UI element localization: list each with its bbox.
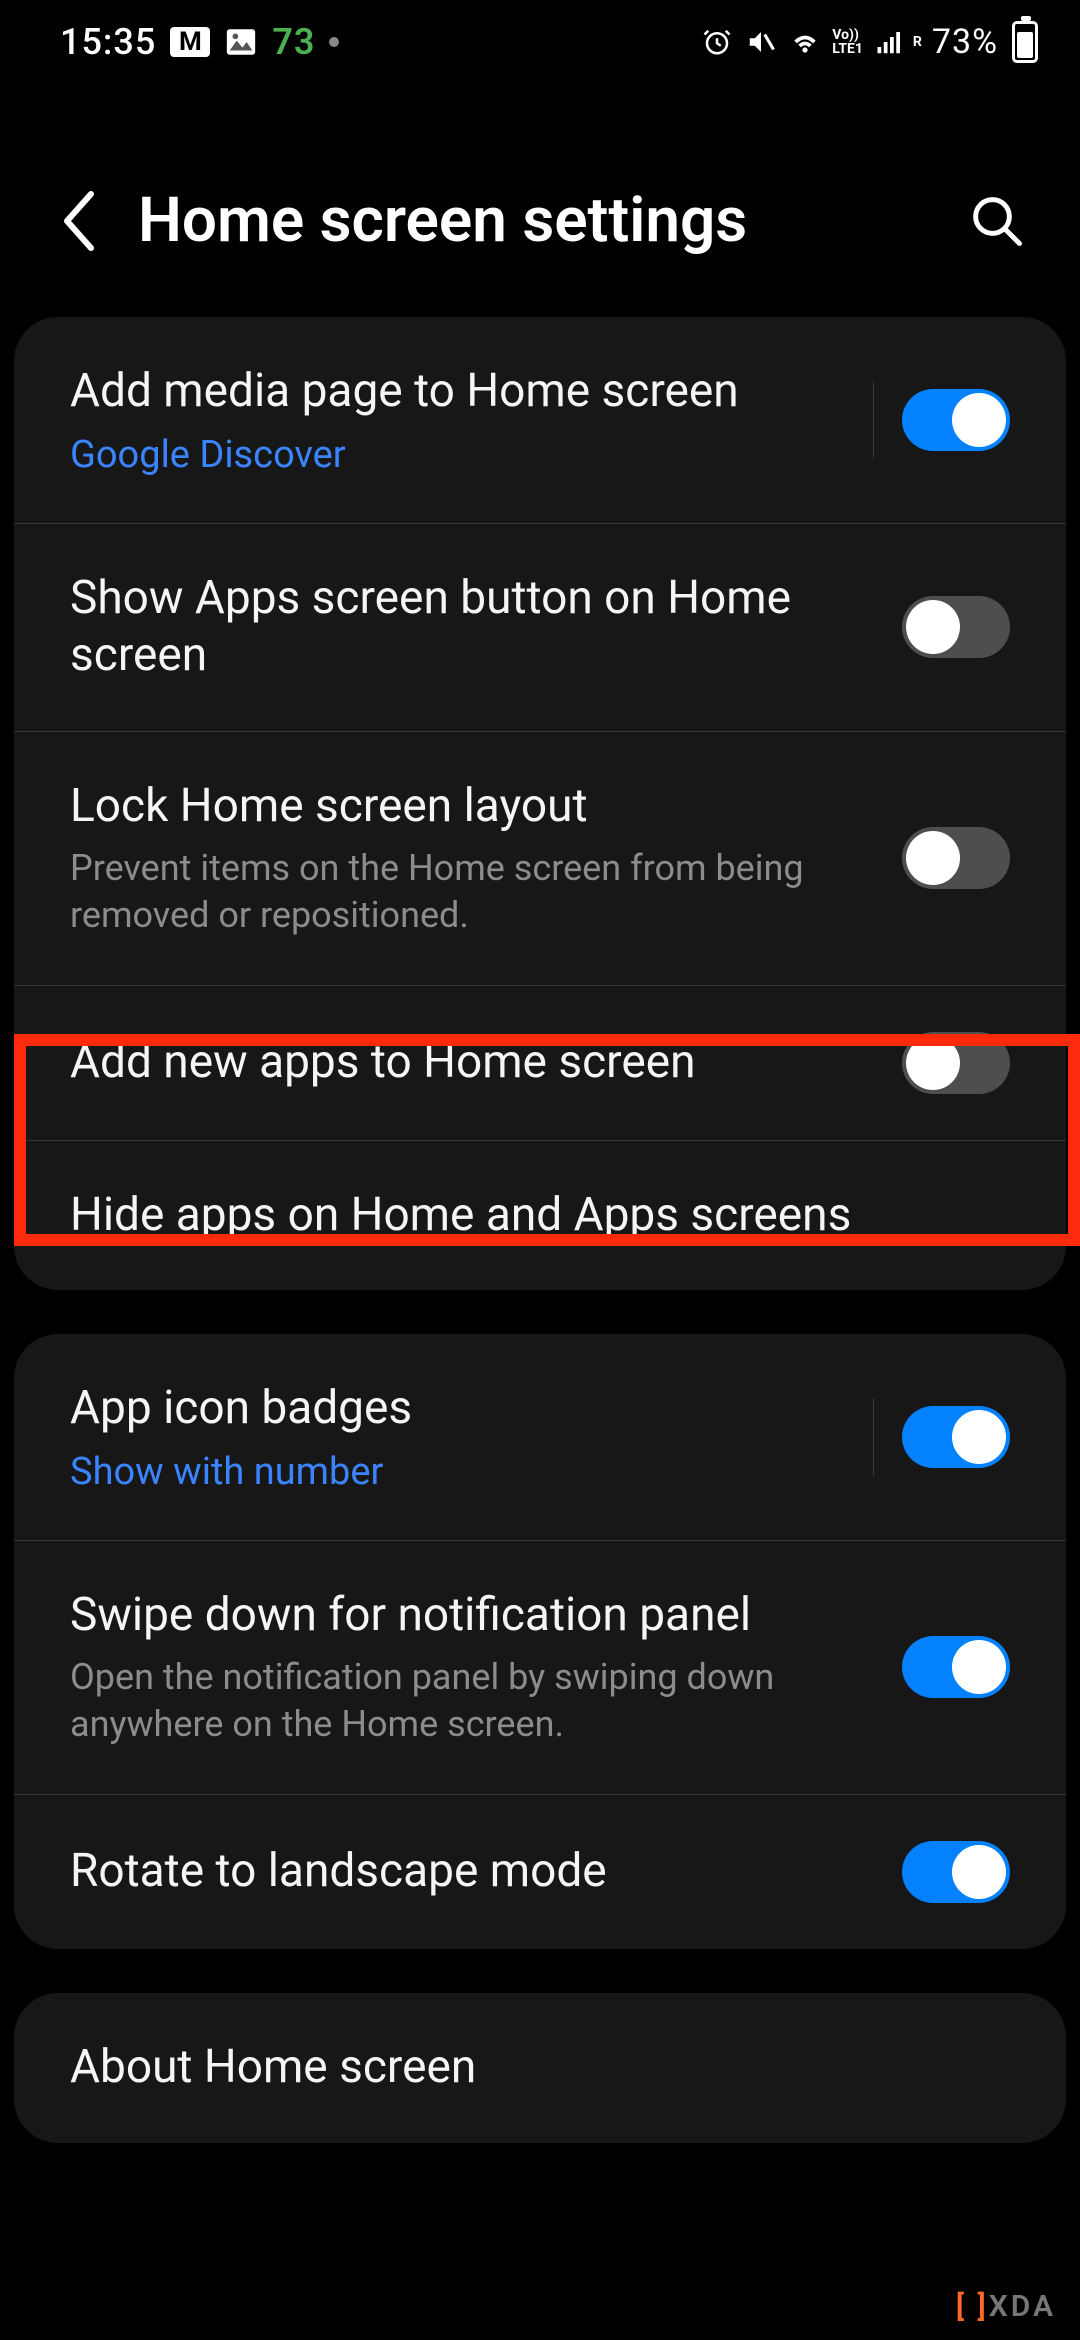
page-header: Home screen settings [0, 84, 1080, 317]
status-green-number: 73 [272, 21, 315, 63]
settings-group-2: App icon badges Show with number Swipe d… [14, 1334, 1066, 1949]
setting-title: Hide apps on Home and Apps screens [70, 1187, 980, 1245]
status-clock: 15:35 [60, 21, 156, 63]
settings-group-3: About Home screen [14, 1993, 1066, 2143]
toggle-add-media-page[interactable] [902, 389, 1010, 451]
setting-title: Add new apps to Home screen [70, 1034, 872, 1092]
toggle-rotate-landscape[interactable] [902, 1841, 1010, 1903]
watermark-text: XDA [989, 2289, 1056, 2324]
setting-title: Rotate to landscape mode [70, 1843, 872, 1901]
wifi-icon [788, 25, 822, 59]
toggle-add-new-apps[interactable] [902, 1032, 1010, 1094]
search-icon [970, 194, 1024, 248]
setting-title: Add media page to Home screen [70, 363, 843, 421]
chevron-left-icon [60, 191, 98, 251]
vertical-separator [873, 1398, 874, 1476]
status-bar-left: 15:35 M 73 [60, 21, 339, 63]
setting-app-icon-badges[interactable]: App icon badges Show with number [14, 1334, 1066, 1540]
setting-rotate-landscape[interactable]: Rotate to landscape mode [14, 1794, 1066, 1949]
setting-swipe-notification[interactable]: Swipe down for notification panel Open t… [14, 1540, 1066, 1794]
setting-about-home-screen[interactable]: About Home screen [14, 1993, 1066, 2143]
toggle-lock-layout[interactable] [902, 827, 1010, 889]
watermark: [ ]XDA [956, 2289, 1056, 2324]
search-button[interactable] [962, 186, 1032, 256]
back-button[interactable] [44, 186, 114, 256]
setting-title: Show Apps screen button on Home screen [70, 570, 872, 685]
status-bar: 15:35 M 73 Vo))LTE1 R 73% [0, 0, 1080, 84]
setting-title: Swipe down for notification panel [70, 1587, 872, 1645]
picture-icon [224, 25, 258, 59]
roaming-icon: R [913, 34, 922, 50]
setting-description: Open the notification panel by swiping d… [70, 1654, 872, 1748]
status-dot-icon [329, 37, 339, 47]
toggle-show-apps-button[interactable] [902, 596, 1010, 658]
setting-hide-apps[interactable]: Hide apps on Home and Apps screens [14, 1140, 1066, 1291]
setting-sublabel-link: Google Discover [70, 433, 843, 477]
setting-lock-layout[interactable]: Lock Home screen layout Prevent items on… [14, 731, 1066, 985]
setting-title: Lock Home screen layout [70, 778, 872, 836]
setting-description: Prevent items on the Home screen from be… [70, 845, 872, 939]
setting-title: App icon badges [70, 1380, 843, 1438]
toggle-swipe-notification[interactable] [902, 1636, 1010, 1698]
battery-icon [1012, 21, 1038, 63]
setting-add-new-apps[interactable]: Add new apps to Home screen [14, 985, 1066, 1140]
status-bar-right: Vo))LTE1 R 73% [700, 21, 1038, 63]
alarm-icon [700, 25, 734, 59]
setting-add-media-page[interactable]: Add media page to Home screen Google Dis… [14, 317, 1066, 523]
setting-title: About Home screen [70, 2039, 980, 2097]
signal-icon [873, 25, 907, 59]
volte-icon: Vo))LTE1 [832, 25, 863, 59]
setting-show-apps-button[interactable]: Show Apps screen button on Home screen [14, 523, 1066, 731]
vertical-separator [873, 381, 874, 459]
mute-icon [744, 25, 778, 59]
battery-percent: 73% [932, 22, 998, 62]
gmail-icon: M [170, 27, 210, 57]
page-title: Home screen settings [138, 184, 962, 257]
settings-group-1: Add media page to Home screen Google Dis… [14, 317, 1066, 1290]
setting-sublabel-link: Show with number [70, 1450, 843, 1494]
toggle-app-icon-badges[interactable] [902, 1406, 1010, 1468]
